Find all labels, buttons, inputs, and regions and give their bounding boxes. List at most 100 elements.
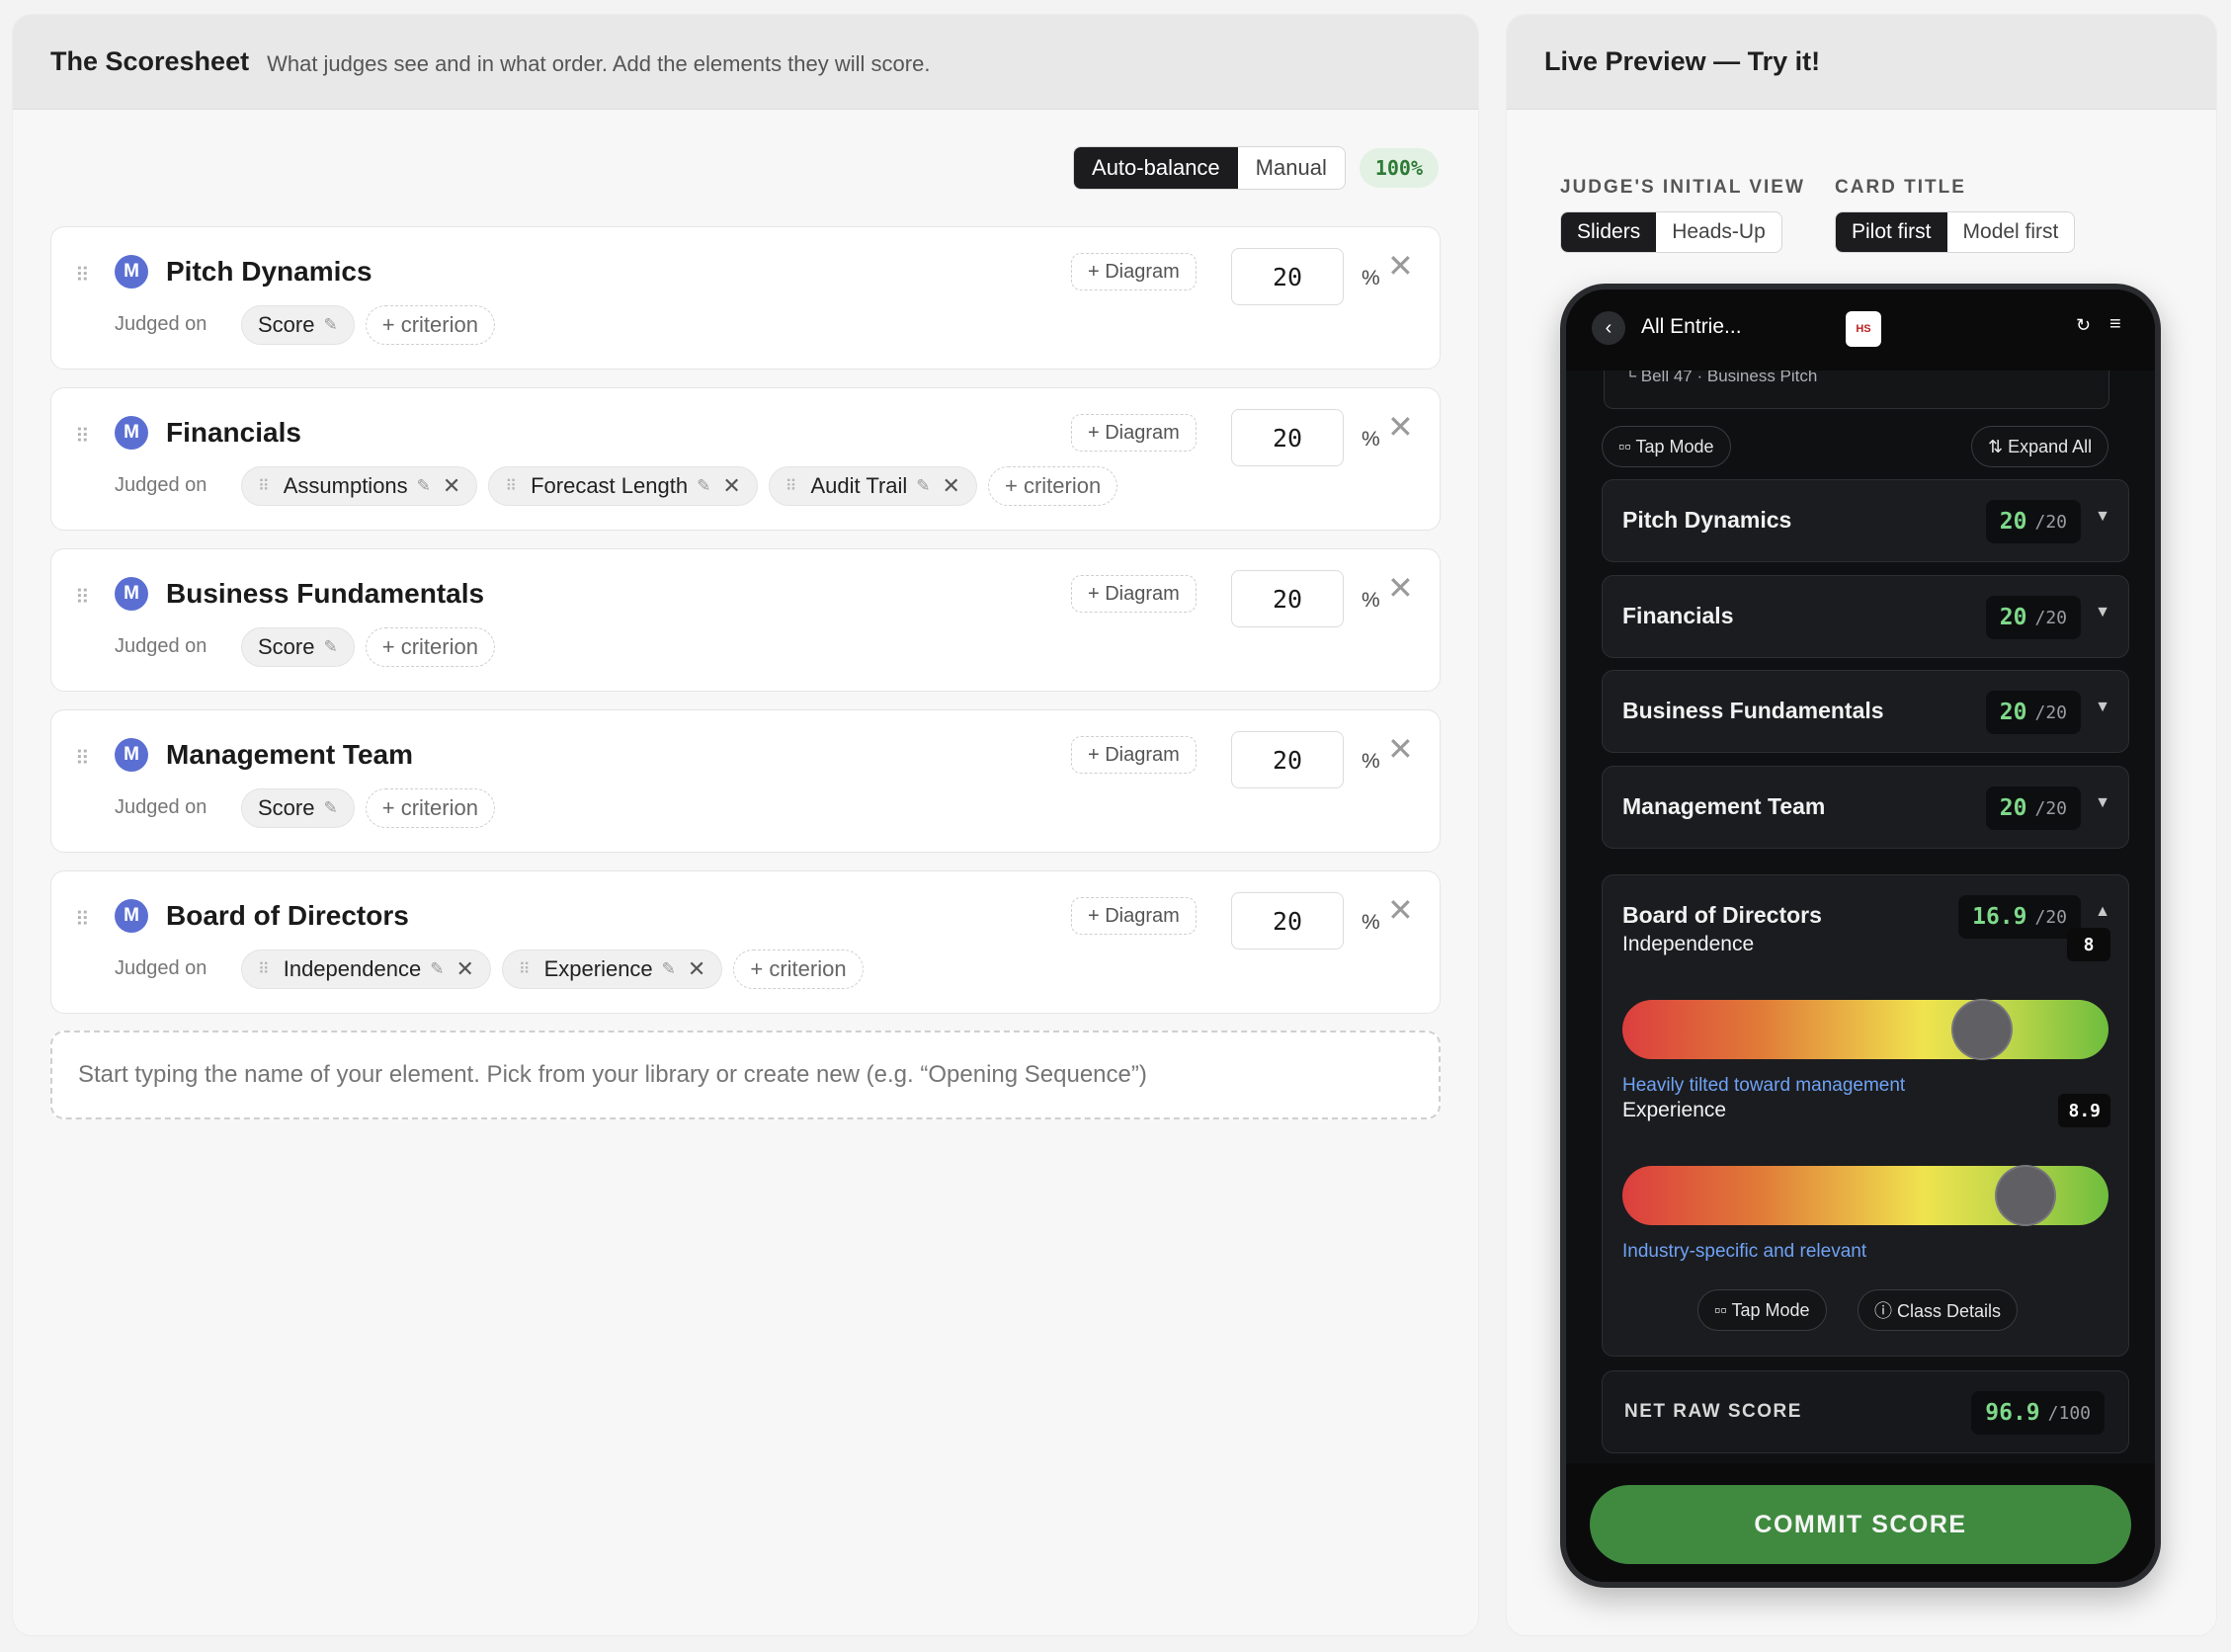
drag-handle-icon[interactable]: ⠿ bbox=[75, 585, 90, 610]
add-criterion-button[interactable]: + criterion bbox=[987, 466, 1118, 506]
edit-icon[interactable]: ✎ bbox=[323, 798, 337, 818]
drag-handle-icon[interactable]: ⠿ bbox=[75, 746, 90, 771]
criterion-chip[interactable]: Score ✎ bbox=[241, 788, 355, 828]
remove-criterion-icon[interactable]: ✕ bbox=[943, 473, 960, 499]
remove-element-icon[interactable]: ✕ bbox=[1387, 247, 1414, 285]
remove-criterion-icon[interactable]: ✕ bbox=[455, 956, 473, 982]
model-first-option[interactable]: Model first bbox=[1947, 212, 2075, 252]
back-icon[interactable]: ‹ bbox=[1592, 311, 1625, 345]
criterion-chip[interactable]: ⠿ Experience ✎ ✕ bbox=[501, 950, 723, 989]
edit-icon[interactable]: ✎ bbox=[323, 315, 337, 335]
edit-icon[interactable]: ✎ bbox=[697, 476, 710, 496]
remove-element-icon[interactable]: ✕ bbox=[1387, 891, 1414, 929]
add-diagram-button[interactable]: + Diagram bbox=[1071, 414, 1197, 452]
refresh-icon[interactable]: ↻ bbox=[2076, 315, 2091, 336]
phone-preview: └ Bell 47 · Business Pitch ‹ All Entrie.… bbox=[1560, 284, 2161, 1588]
add-element-input[interactable] bbox=[50, 1031, 1441, 1119]
criterion-chip[interactable]: Score ✎ bbox=[241, 305, 355, 345]
criterion-name: Independence bbox=[1622, 933, 1755, 955]
manual-button[interactable]: Manual bbox=[1238, 147, 1345, 189]
tap-mode-button[interactable]: ▫▫ Tap Mode bbox=[1602, 426, 1731, 467]
phone-element-name: Pitch Dynamics bbox=[1622, 507, 1792, 533]
criterion-name: Assumptions bbox=[283, 473, 408, 498]
chip-drag-icon[interactable]: ⠿ bbox=[505, 476, 517, 496]
collapse-caret-icon[interactable]: ▲ bbox=[2095, 903, 2110, 921]
pilot-first-option[interactable]: Pilot first bbox=[1836, 212, 1947, 252]
phone-element-card[interactable]: Business Fundamentals 20/20 ▼ bbox=[1602, 670, 2129, 753]
weight-input[interactable]: 20 bbox=[1231, 248, 1344, 305]
commit-score-button[interactable]: COMMIT SCORE bbox=[1590, 1485, 2131, 1564]
expand-caret-icon[interactable]: ▼ bbox=[2095, 604, 2110, 621]
remove-criterion-icon[interactable]: ✕ bbox=[722, 473, 740, 499]
expand-all-button[interactable]: ⇅ Expand All bbox=[1971, 426, 2109, 467]
expand-caret-icon[interactable]: ▼ bbox=[2095, 699, 2110, 716]
drag-handle-icon[interactable]: ⠿ bbox=[75, 907, 90, 932]
score-max: /20 bbox=[2034, 607, 2067, 628]
criterion-chip[interactable]: ⠿ Forecast Length ✎ ✕ bbox=[488, 466, 758, 506]
balance-controls: Auto-balance Manual 100% bbox=[1073, 146, 1439, 190]
phone-element-card[interactable]: Financials 20/20 ▼ bbox=[1602, 575, 2129, 658]
edit-icon[interactable]: ✎ bbox=[323, 637, 337, 657]
criterion-chip[interactable]: ⠿ Independence ✎ ✕ bbox=[241, 950, 491, 989]
criterion-chip[interactable]: ⠿ Assumptions ✎ ✕ bbox=[241, 466, 478, 506]
heads-up-option[interactable]: Heads-Up bbox=[1656, 212, 1781, 252]
remove-criterion-icon[interactable]: ✕ bbox=[443, 473, 460, 499]
criterion-name: Score bbox=[258, 634, 315, 659]
drag-handle-icon[interactable]: ⠿ bbox=[75, 263, 90, 288]
add-diagram-button[interactable]: + Diagram bbox=[1071, 897, 1197, 935]
expand-caret-icon[interactable]: ▼ bbox=[2095, 508, 2110, 526]
slider-thumb[interactable] bbox=[1995, 1165, 2057, 1226]
edit-icon[interactable]: ✎ bbox=[662, 959, 676, 979]
edit-icon[interactable]: ✎ bbox=[430, 959, 444, 979]
percent-sign: % bbox=[1362, 589, 1380, 612]
remove-element-icon[interactable]: ✕ bbox=[1387, 569, 1414, 607]
remove-criterion-icon[interactable]: ✕ bbox=[688, 956, 705, 982]
phone-element-card[interactable]: Pitch Dynamics 20/20 ▼ bbox=[1602, 479, 2129, 562]
auto-balance-button[interactable]: Auto-balance bbox=[1074, 147, 1238, 189]
criterion-description: Industry-specific and relevant bbox=[1622, 1241, 1867, 1262]
chip-drag-icon[interactable]: ⠿ bbox=[785, 476, 797, 496]
scoresheet-header: The Scoresheet What judges see and in wh… bbox=[13, 15, 1478, 110]
criterion-slider[interactable] bbox=[1622, 1165, 2108, 1226]
balance-mode-toggle: Auto-balance Manual bbox=[1073, 146, 1346, 190]
class-details-button[interactable]: ⓘ Class Details bbox=[1858, 1289, 2019, 1331]
remove-element-icon[interactable]: ✕ bbox=[1387, 408, 1414, 446]
slider-thumb[interactable] bbox=[1951, 999, 2014, 1060]
edit-icon[interactable]: ✎ bbox=[916, 476, 930, 496]
add-diagram-button[interactable]: + Diagram bbox=[1071, 575, 1197, 613]
criterion-chip[interactable]: Score ✎ bbox=[241, 627, 355, 667]
weight-input[interactable]: 20 bbox=[1231, 570, 1344, 627]
score-max: /20 bbox=[2034, 511, 2067, 533]
edit-icon[interactable]: ✎ bbox=[417, 476, 431, 496]
add-criterion-button[interactable]: + criterion bbox=[365, 627, 495, 667]
criterion-chip[interactable]: ⠿ Audit Trail ✎ ✕ bbox=[768, 466, 977, 506]
card-title-toggle: Pilot first Model first bbox=[1835, 211, 2076, 253]
element-name: Pitch Dynamics bbox=[166, 256, 372, 287]
add-diagram-button[interactable]: + Diagram bbox=[1071, 736, 1197, 774]
chip-drag-icon[interactable]: ⠿ bbox=[258, 959, 270, 979]
weight-input[interactable]: 20 bbox=[1231, 731, 1344, 788]
remove-element-icon[interactable]: ✕ bbox=[1387, 730, 1414, 768]
add-criterion-button[interactable]: + criterion bbox=[365, 305, 495, 345]
card-tap-mode-button[interactable]: ▫▫ Tap Mode bbox=[1697, 1289, 1827, 1331]
phone-element-name: Financials bbox=[1622, 603, 1734, 628]
weight-input[interactable]: 20 bbox=[1231, 892, 1344, 950]
drag-handle-icon[interactable]: ⠿ bbox=[75, 424, 90, 449]
chip-drag-icon[interactable]: ⠿ bbox=[519, 959, 531, 979]
criterion-description: Heavily tilted toward management bbox=[1622, 1075, 1906, 1096]
sliders-option[interactable]: Sliders bbox=[1561, 212, 1657, 252]
chip-drag-icon[interactable]: ⠿ bbox=[258, 476, 270, 496]
expanded-score-max: /20 bbox=[2034, 906, 2067, 928]
criterion-slider[interactable] bbox=[1622, 999, 2108, 1060]
add-criterion-button[interactable]: + criterion bbox=[733, 950, 864, 989]
element-card: ⠿ M Board of Directors Judged on ⠿ Independen… bbox=[50, 870, 1441, 1014]
judged-on-label: Judged on bbox=[115, 313, 207, 335]
weight-input[interactable]: 20 bbox=[1231, 409, 1344, 466]
menu-icon[interactable]: ≡ bbox=[2109, 313, 2121, 336]
phone-element-card[interactable]: Management Team 20/20 ▼ bbox=[1602, 766, 2129, 849]
add-criterion-button[interactable]: + criterion bbox=[365, 788, 495, 828]
expand-caret-icon[interactable]: ▼ bbox=[2095, 794, 2110, 812]
score-value: 20 bbox=[1999, 509, 2027, 535]
app-logo: HS bbox=[1846, 311, 1881, 347]
add-diagram-button[interactable]: + Diagram bbox=[1071, 253, 1197, 290]
